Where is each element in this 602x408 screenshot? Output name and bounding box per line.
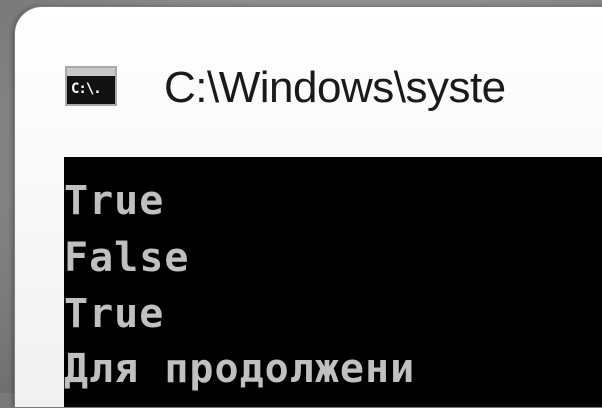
console-line-2: False: [64, 235, 190, 281]
window-title: C:\Windows\syste: [164, 63, 506, 112]
console-line-1: True: [64, 178, 165, 224]
cmd-icon-glyph: C:\.: [71, 81, 102, 97]
console-line-4: Для продолжени: [64, 346, 416, 392]
cmd-app-icon[interactable]: C:\.: [65, 66, 117, 106]
console-window: C:\. C:\Windows\syste True False True Дл…: [14, 6, 602, 408]
cmd-icon-titlebar: [67, 68, 115, 76]
title-bar[interactable]: C:\. C:\Windows\syste: [15, 7, 602, 150]
console-output-area[interactable]: True False True Для продолжени: [64, 157, 602, 407]
console-line-3: True: [64, 291, 165, 337]
